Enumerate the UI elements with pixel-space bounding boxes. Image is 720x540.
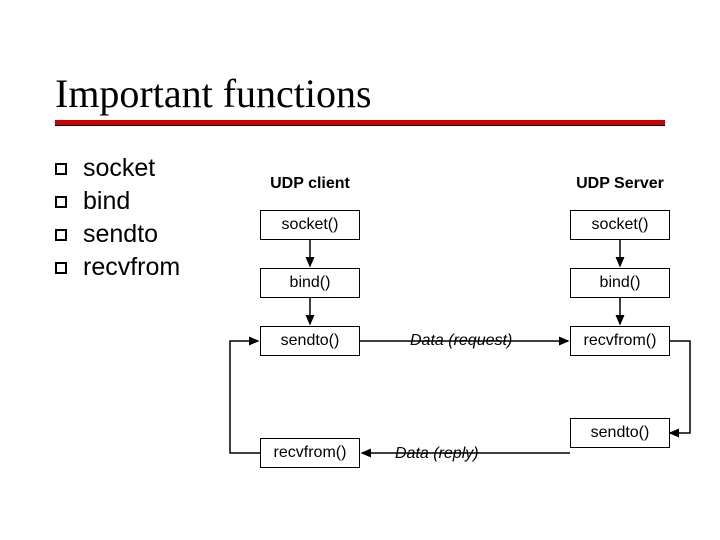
connectors [0,0,720,540]
udp-diagram: UDP client UDP Server socket() bind() se… [0,0,720,540]
